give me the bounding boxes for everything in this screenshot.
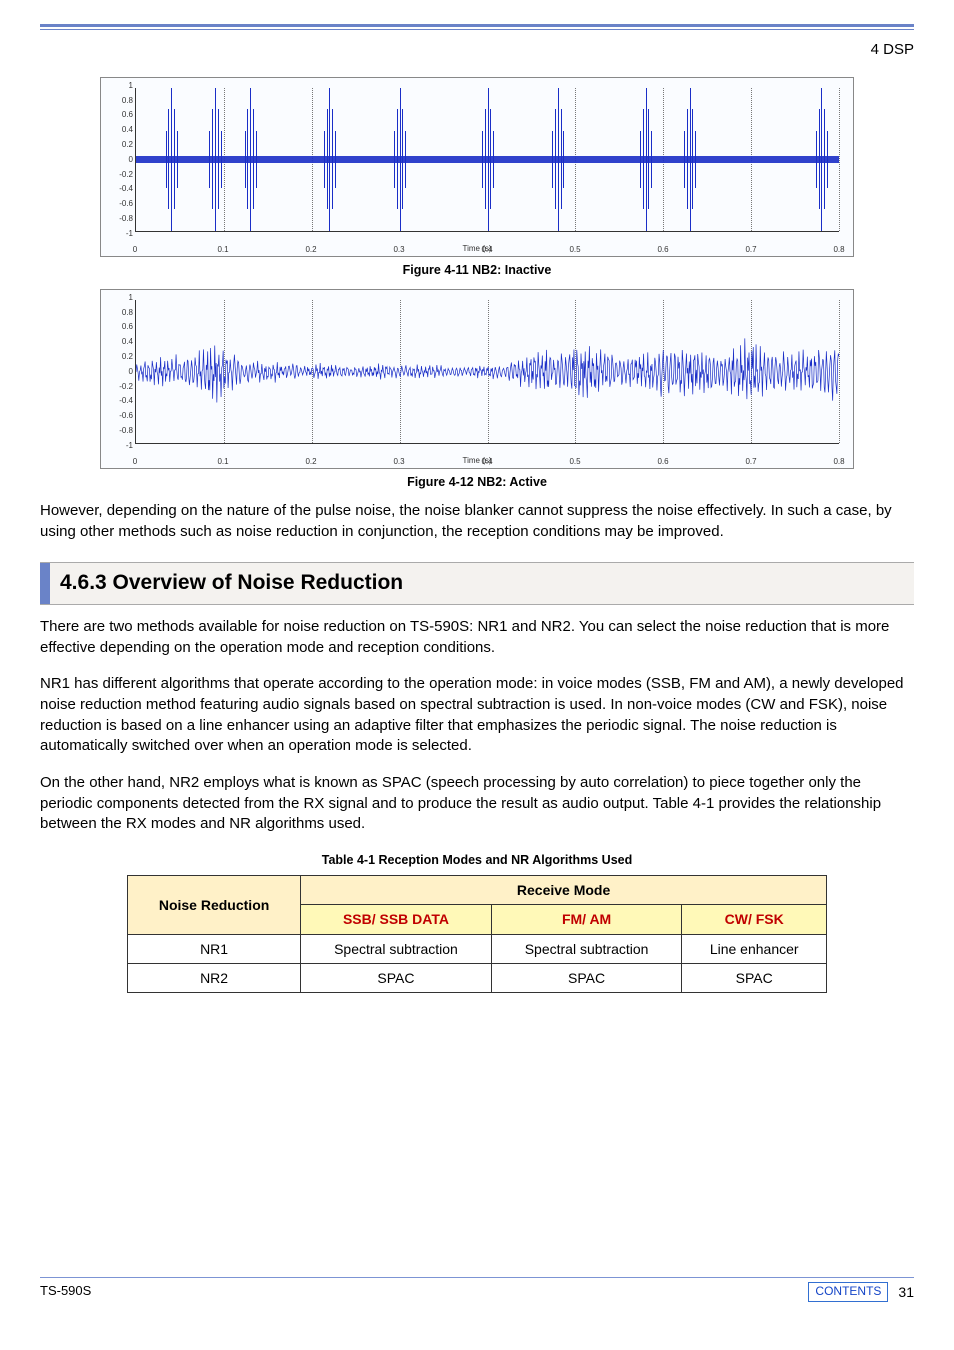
cell-ssb: SPAC	[301, 964, 492, 993]
paragraph-nb2-limitation: However, depending on the nature of the …	[40, 501, 914, 542]
section-label: 4 DSP	[40, 36, 914, 67]
page-footer: TS-590S CONTENTS 31	[40, 1277, 914, 1302]
figure-caption-4-11: Figure 4-11 NB2: Inactive	[40, 261, 914, 279]
y-tick: 0.4	[111, 336, 133, 348]
y-tick: 0	[111, 366, 133, 378]
heading-text: 4.6.3 Overview of Noise Reduction	[50, 563, 413, 603]
x-tick: 0.3	[393, 456, 404, 468]
y-tick: 0.8	[111, 95, 133, 107]
chart2-y-ticks: 1 0.8 0.6 0.4 0.2 0 -0.2 -0.4 -0.6 -0.8 …	[111, 298, 133, 446]
paragraph-nr1: NR1 has different algorithms that operat…	[40, 674, 914, 757]
page-number: 31	[898, 1282, 914, 1302]
heading-4-6-3: 4.6.3 Overview of Noise Reduction	[40, 562, 914, 604]
y-tick: -0.2	[111, 381, 133, 393]
chart2-x-label: Time (s)	[462, 455, 491, 467]
y-tick: 0.2	[111, 351, 133, 363]
y-tick: 0	[111, 154, 133, 166]
x-tick: 0.1	[217, 244, 228, 256]
chart1-y-ticks: 1 0.8 0.6 0.4 0.2 0 -0.2 -0.4 -0.6 -0.8 …	[111, 86, 133, 234]
chart-nb2-active: 1 0.8 0.6 0.4 0.2 0 -0.2 -0.4 -0.6 -0.8 …	[100, 289, 854, 469]
cell-fm: SPAC	[491, 964, 682, 993]
chart1-plot-area	[135, 88, 839, 232]
y-tick: -0.4	[111, 184, 133, 196]
x-tick: 0.5	[569, 244, 580, 256]
y-tick: 1	[111, 292, 133, 304]
x-tick: 0.2	[305, 244, 316, 256]
table-row: NR1 Spectral subtraction Spectral subtra…	[128, 934, 827, 963]
table-nr-algorithms: Noise Reduction Receive Mode SSB/ SSB DA…	[127, 875, 827, 993]
th-fm: FM/ AM	[491, 905, 682, 934]
y-tick: -1	[111, 440, 133, 452]
y-tick: 0.8	[111, 307, 133, 319]
y-tick: 0.2	[111, 139, 133, 151]
cell-cw: Line enhancer	[682, 934, 827, 963]
x-tick: 0	[133, 244, 137, 256]
cell-cw: SPAC	[682, 964, 827, 993]
y-tick: -1	[111, 228, 133, 240]
header-underline	[40, 29, 914, 30]
th-cw: CW/ FSK	[682, 905, 827, 934]
x-tick: 0.7	[745, 456, 756, 468]
x-tick: 0.6	[657, 244, 668, 256]
chart2-waveform	[136, 300, 839, 443]
figure-caption-4-12: Figure 4-12 NB2: Active	[40, 473, 914, 491]
cell-nr: NR2	[128, 964, 301, 993]
y-tick: -0.6	[111, 198, 133, 210]
th-noise-reduction: Noise Reduction	[128, 876, 301, 935]
x-tick: 0.5	[569, 456, 580, 468]
x-tick: 0	[133, 456, 137, 468]
x-tick: 0.7	[745, 244, 756, 256]
chart1-x-label: Time (s)	[462, 243, 491, 255]
footer-model: TS-590S	[40, 1282, 91, 1301]
y-tick: -0.8	[111, 213, 133, 225]
x-tick: 0.8	[833, 456, 844, 468]
x-tick: 0.8	[833, 244, 844, 256]
x-tick: 0.1	[217, 456, 228, 468]
y-tick: 0.4	[111, 124, 133, 136]
contents-link[interactable]: CONTENTS	[808, 1282, 888, 1301]
y-tick: -0.8	[111, 425, 133, 437]
y-tick: 0.6	[111, 322, 133, 334]
x-tick: 0.2	[305, 456, 316, 468]
th-receive-mode: Receive Mode	[301, 876, 827, 905]
y-tick: -0.4	[111, 396, 133, 408]
cell-nr: NR1	[128, 934, 301, 963]
top-rule	[40, 24, 914, 27]
y-tick: -0.2	[111, 169, 133, 181]
paragraph-nr2: On the other hand, NR2 employs what is k…	[40, 773, 914, 835]
x-tick: 0.3	[393, 244, 404, 256]
x-tick: 0.6	[657, 456, 668, 468]
chart-nb2-inactive: 1 0.8 0.6 0.4 0.2 0 -0.2 -0.4 -0.6 -0.8 …	[100, 77, 854, 257]
y-tick: 1	[111, 80, 133, 92]
cell-fm: Spectral subtraction	[491, 934, 682, 963]
chart2-plot-area	[135, 300, 839, 444]
paragraph-nr-intro: There are two methods available for nois…	[40, 617, 914, 658]
table-row: NR2 SPAC SPAC SPAC	[128, 964, 827, 993]
cell-ssb: Spectral subtraction	[301, 934, 492, 963]
table-caption-4-1: Table 4-1 Reception Modes and NR Algorit…	[40, 851, 914, 869]
y-tick: 0.6	[111, 110, 133, 122]
y-tick: -0.6	[111, 410, 133, 422]
heading-accent-bar	[40, 563, 50, 603]
th-ssb: SSB/ SSB DATA	[301, 905, 492, 934]
